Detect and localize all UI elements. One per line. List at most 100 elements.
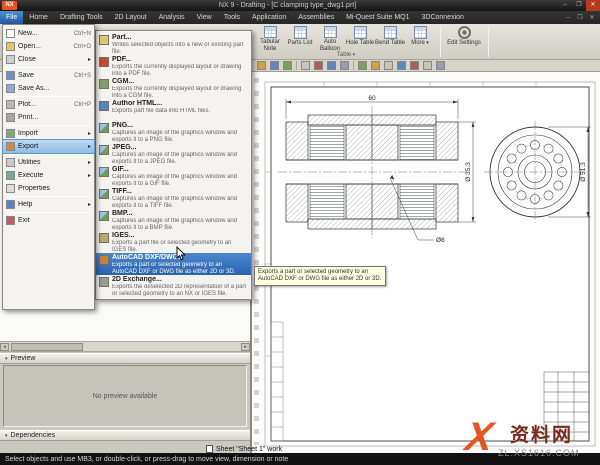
tab-drafting-tools[interactable]: Drafting Tools	[54, 11, 109, 24]
status-message: Select objects and use MB3, or double-cl…	[5, 456, 288, 463]
submenu-item-gif[interactable]: GIF... Captures an image of the graphics…	[96, 165, 251, 187]
submenu-item-tiff[interactable]: TIFF... Captures an image of the graphic…	[96, 187, 251, 209]
toolbar-icon[interactable]	[384, 61, 393, 70]
toolbar-icon[interactable]	[423, 61, 432, 70]
doc-restore-icon[interactable]: ❐	[575, 14, 585, 21]
maximize-icon[interactable]: ❐	[572, 0, 586, 11]
toolbar-icon[interactable]	[327, 61, 336, 70]
submenu-item-label: JPEG...	[112, 144, 247, 152]
toolbar-icon[interactable]	[410, 61, 419, 70]
tab-analysis[interactable]: Analysis	[153, 11, 191, 24]
doc-minimize-icon[interactable]: –	[563, 15, 573, 21]
bend-table-button[interactable]: Bend Table	[375, 25, 405, 52]
toolbar-separator	[296, 61, 297, 70]
menu-item-save[interactable]: Save Ctrl+S	[3, 69, 94, 82]
png-image-icon	[99, 123, 109, 133]
submenu-item-jpeg[interactable]: JPEG... Captures an image of the graphic…	[96, 143, 251, 165]
tab-view[interactable]: View	[191, 11, 218, 24]
part-icon	[99, 35, 109, 45]
edit-settings-button[interactable]: Edit Settings	[445, 25, 483, 47]
ribbon-separator	[440, 26, 441, 57]
submenu-item-bmp[interactable]: BMP... Captures an image of the graphics…	[96, 209, 251, 231]
chevron-down-icon: ▾	[5, 356, 8, 362]
more-button[interactable]: More	[405, 25, 435, 52]
menu-item-utilities[interactable]: Utilities	[3, 156, 94, 169]
watermark-logo-icon: X	[463, 414, 496, 460]
close-icon[interactable]: ✕	[586, 0, 600, 11]
file-menu: New... Ctrl+N Open... Ctrl+O Close Save …	[2, 24, 95, 310]
tab-application[interactable]: Application	[246, 11, 292, 24]
menu-tab-bar: File Home Drafting Tools 2D Layout Analy…	[0, 11, 600, 24]
auto-balloon-button[interactable]: Auto Balloon	[315, 25, 345, 52]
dependencies-section-title: Dependencies	[11, 432, 56, 439]
submenu-item-label: TIFF...	[112, 188, 247, 196]
tab-mi-quest-suite[interactable]: Mi-Quest Suite MQ1	[340, 11, 415, 24]
toolbar-icon[interactable]	[301, 61, 310, 70]
close-part-icon	[6, 55, 15, 64]
tab-3dconnexion[interactable]: 3DConnexion	[416, 11, 470, 24]
dim-flange-diameter: Ø 51.3	[580, 162, 587, 182]
toolbar-icon[interactable]	[257, 61, 266, 70]
toolbar-icon[interactable]	[397, 61, 406, 70]
submenu-item-cgm[interactable]: CGM... Exports the currently displayed l…	[96, 77, 251, 99]
minimize-icon[interactable]: –	[558, 0, 572, 11]
toolbar-icon[interactable]	[283, 61, 292, 70]
doc-close-icon[interactable]: ✕	[587, 14, 597, 21]
menu-item-properties[interactable]: Properties	[3, 182, 94, 195]
scroll-left-icon[interactable]: ◂	[0, 343, 9, 351]
preview-panel: No preview available	[3, 365, 247, 427]
menu-item-open[interactable]: Open... Ctrl+O	[3, 40, 94, 53]
menu-item-export[interactable]: Export	[3, 140, 94, 153]
toolbar-icon[interactable]	[270, 61, 279, 70]
toolbar-icon[interactable]	[340, 61, 349, 70]
submenu-item-label: IGES...	[112, 232, 247, 240]
scroll-right-icon[interactable]: ▸	[241, 343, 250, 351]
submenu-item-label: BMP...	[112, 210, 247, 218]
scrollbar-thumb[interactable]	[11, 343, 83, 351]
menu-item-plot[interactable]: Plot... Ctrl+P	[3, 98, 94, 111]
menu-item-import[interactable]: Import	[3, 127, 94, 140]
menu-item-exit[interactable]: Exit	[3, 214, 94, 227]
tab-assemblies[interactable]: Assemblies	[292, 11, 340, 24]
toolbar-icon[interactable]	[436, 61, 445, 70]
tabular-note-icon	[264, 26, 277, 38]
table-group-caption[interactable]: Table	[255, 52, 437, 58]
dependencies-section-header[interactable]: ▾ Dependencies	[0, 430, 250, 441]
submenu-item-2d-exchange[interactable]: 2D Exchange... Exports the deselected 2D…	[96, 275, 251, 297]
menu-item-help[interactable]: Help	[3, 198, 94, 211]
tab-file[interactable]: File	[0, 11, 23, 24]
submenu-item-iges[interactable]: IGES... Exports a part file or selected …	[96, 231, 251, 253]
menu-separator	[6, 96, 91, 97]
hole-table-button[interactable]: Hole Table	[345, 25, 375, 52]
utilities-icon	[6, 158, 15, 167]
menu-item-print[interactable]: Print...	[3, 111, 94, 124]
tab-home[interactable]: Home	[23, 11, 54, 24]
submenu-item-description: Captures an image of the graphics window…	[112, 152, 247, 164]
menu-item-new[interactable]: New... Ctrl+N	[3, 27, 94, 40]
horizontal-scrollbar[interactable]: ◂ ▸	[0, 342, 250, 352]
menu-separator	[6, 212, 91, 213]
tab-tools[interactable]: Tools	[218, 11, 246, 24]
submenu-item-png[interactable]: PNG... Captures an image of the graphics…	[96, 121, 251, 143]
submenu-item-pdf[interactable]: PDF... Exports the currently displayed l…	[96, 55, 251, 77]
graphics-window[interactable]: 60 Ø 35.3 Ø8 Ø 51.3	[251, 72, 600, 453]
submenu-item-author-html[interactable]: Author HTML... Exports part file data in…	[96, 99, 251, 121]
preview-section-header[interactable]: ▾ Preview	[0, 353, 250, 364]
submenu-item-part[interactable]: Part... Writes selected objects into a n…	[96, 33, 251, 55]
html-icon	[99, 101, 109, 111]
toolbar-icon[interactable]	[371, 61, 380, 70]
menu-item-close[interactable]: Close	[3, 53, 94, 66]
submenu-item-autocad-dxf-dwg[interactable]: AutoCAD DXF/DWG... Exports a part or sel…	[96, 253, 251, 275]
submenu-item-label: GIF...	[112, 166, 247, 174]
parts-list-button[interactable]: Parts List	[285, 25, 315, 52]
tabular-note-button[interactable]: Tabular Note	[255, 25, 285, 52]
submenu-item-label: PDF...	[112, 56, 247, 64]
menu-item-execute[interactable]: Execute	[3, 169, 94, 182]
toolbar-icon[interactable]	[358, 61, 367, 70]
tab-2d-layout[interactable]: 2D Layout	[109, 11, 153, 24]
new-icon	[6, 29, 15, 38]
menu-item-save-as[interactable]: Save As...	[3, 82, 94, 95]
toolbar-icon[interactable]	[314, 61, 323, 70]
submenu-item-description: Writes selected objects into a new or ex…	[112, 42, 247, 54]
chevron-down-icon: ▾	[5, 433, 8, 439]
